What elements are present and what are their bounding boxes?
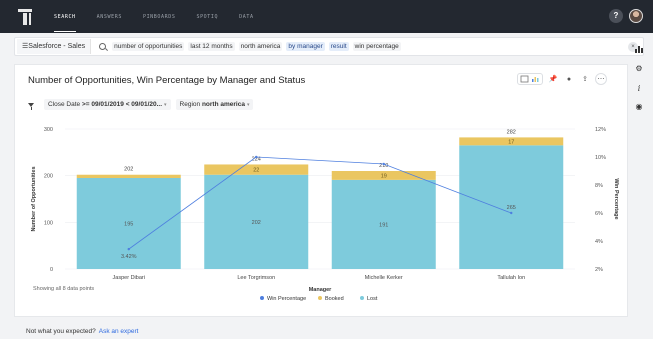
eye-hide-icon[interactable]: ◉ xyxy=(634,102,644,112)
data-label-total: 282 xyxy=(507,129,516,135)
data-source-label: Salesforce - Sales xyxy=(28,43,86,50)
legend-swatch xyxy=(260,296,264,300)
nav-data[interactable]: DATA xyxy=(239,2,253,31)
nav-spotiq[interactable]: SPOTIQ xyxy=(196,2,218,31)
data-label-lost: 202 xyxy=(252,220,261,226)
data-label-booked: 22 xyxy=(253,168,259,174)
search-token[interactable]: result xyxy=(328,42,349,51)
x-axis-label: Manager xyxy=(309,287,332,293)
chart-config-icon[interactable] xyxy=(634,44,644,54)
data-points-status: Showing all 8 data points xyxy=(33,286,95,292)
search-token[interactable]: win percentage xyxy=(352,42,401,51)
win-percentage-point xyxy=(510,211,513,215)
win-percentage-point xyxy=(127,247,130,251)
win-percentage-line xyxy=(128,156,512,250)
info-icon[interactable]: i xyxy=(634,84,644,94)
data-label-win: 3.42% xyxy=(121,254,137,260)
nav-answers[interactable]: ANSWERS xyxy=(97,2,122,31)
legend-swatch xyxy=(360,296,364,300)
search-token[interactable]: by manager xyxy=(286,42,325,51)
y2-tick-label: 4% xyxy=(595,239,603,245)
legend-item: Win Percentage xyxy=(267,296,306,302)
y2-tick-label: 12% xyxy=(595,127,606,133)
y-tick-label: 200 xyxy=(44,174,53,180)
legend-item: Lost xyxy=(367,296,378,302)
x-tick-label: Jasper Dibari xyxy=(113,275,145,281)
legend-swatch xyxy=(318,296,322,300)
help-icon[interactable]: ? xyxy=(609,9,623,23)
data-label-lost: 191 xyxy=(379,222,388,228)
search-token[interactable]: number of opportunities xyxy=(112,42,185,51)
ask-expert-link[interactable]: Ask an expert xyxy=(99,328,139,335)
data-label-lost: 265 xyxy=(507,205,516,211)
y2-tick-label: 8% xyxy=(595,183,603,189)
answer-panel: Number of Opportunities, Win Percentage … xyxy=(14,64,628,317)
nav-pinboards[interactable]: PINBOARDS xyxy=(143,2,176,31)
y-tick-label: 0 xyxy=(50,267,53,273)
nav-search[interactable]: SEARCH xyxy=(54,2,76,32)
y2-axis-label: Win Percentage xyxy=(613,178,619,219)
y2-tick-label: 10% xyxy=(595,155,606,161)
stacked-bar-chart: 0 100 200 300 2% 4% 6% 8% 10% 12% Number of Opport… xyxy=(31,127,619,302)
y2-tick-label: 2% xyxy=(595,267,603,273)
bar-booked xyxy=(76,174,181,178)
search-token[interactable]: last 12 months xyxy=(188,42,235,51)
x-tick-label: Tallulah Ion xyxy=(497,275,525,281)
search-token[interactable]: north america xyxy=(238,42,283,51)
x-tick-label: Lee Torgrimson xyxy=(237,275,275,281)
legend-item: Booked xyxy=(325,296,344,302)
data-label-booked: 19 xyxy=(381,173,387,179)
search-icon xyxy=(99,43,107,50)
x-tick-label: Michelle Kerker xyxy=(365,275,403,281)
thoughtspot-logo[interactable] xyxy=(18,8,36,26)
data-label-total: 202 xyxy=(124,167,133,173)
win-percentage-point xyxy=(382,162,385,166)
y-tick-label: 300 xyxy=(44,127,53,133)
gear-icon[interactable]: ⚙ xyxy=(634,64,644,74)
feedback-question: Not what you expected? xyxy=(26,328,96,335)
search-bar[interactable]: ☰Salesforce - Sales number of opportunit… xyxy=(14,37,644,56)
y-axis-label: Number of Opportunities xyxy=(31,166,37,231)
data-label-booked: 17 xyxy=(508,139,514,145)
y2-tick-label: 6% xyxy=(595,211,603,217)
top-nav: SEARCH ANSWERS PINBOARDS SPOTIQ DATA ? xyxy=(0,0,653,33)
data-source-selector[interactable]: ☰Salesforce - Sales xyxy=(17,39,92,54)
avatar[interactable] xyxy=(629,9,643,23)
y-tick-label: 100 xyxy=(44,220,53,226)
feedback-footer: Not what you expected? Ask an expert xyxy=(26,328,139,335)
win-percentage-point xyxy=(255,155,258,159)
data-label-lost: 195 xyxy=(124,222,133,228)
